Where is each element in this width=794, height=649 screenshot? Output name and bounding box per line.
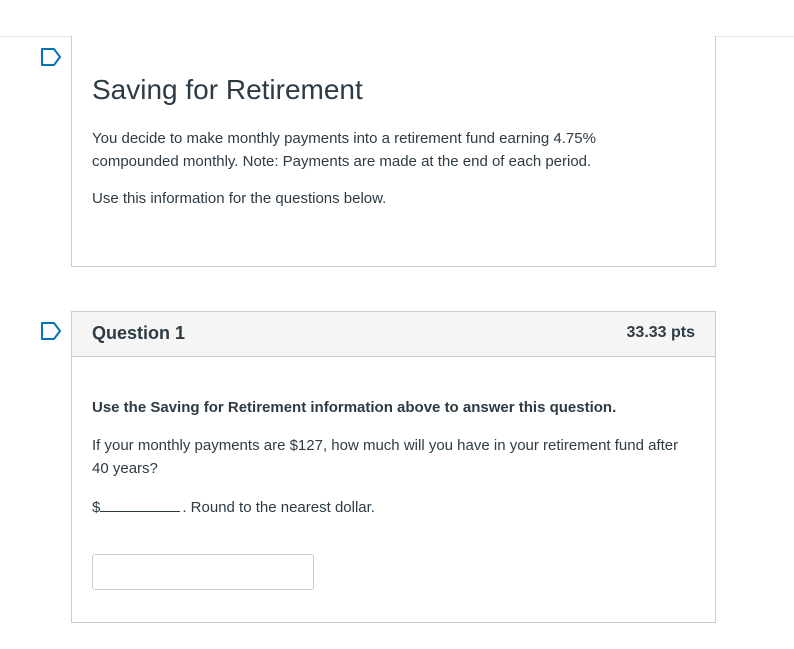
- answer-instruction: $ . Round to the nearest dollar.: [92, 496, 375, 519]
- question-text: If your monthly payments are $127, how m…: [92, 437, 679, 477]
- flag-question-icon[interactable]: [40, 48, 62, 66]
- intro-title: Saving for Retirement: [92, 74, 363, 105]
- intro-text-card: Saving for Retirement You decide to make…: [71, 36, 716, 267]
- intro-paragraph-2: Use this information for the questions b…: [92, 190, 387, 207]
- currency-prefix: $: [92, 499, 101, 516]
- round-instruction: . Round to the nearest dollar.: [182, 499, 375, 516]
- answer-blank: [100, 497, 181, 512]
- question-points: 33.33 pts: [626, 324, 695, 341]
- answer-input[interactable]: [92, 554, 314, 590]
- question-header: Question 1 33.33 pts: [72, 312, 715, 357]
- flag-question-icon[interactable]: [40, 322, 62, 340]
- intro-paragraph-1: You decide to make monthly payments into…: [92, 130, 596, 170]
- question-lead: Use the Saving for Retirement informatio…: [92, 399, 617, 416]
- question-card: Question 1 33.33 pts Use the Saving for …: [71, 311, 716, 623]
- question-title: Question 1: [92, 323, 186, 343]
